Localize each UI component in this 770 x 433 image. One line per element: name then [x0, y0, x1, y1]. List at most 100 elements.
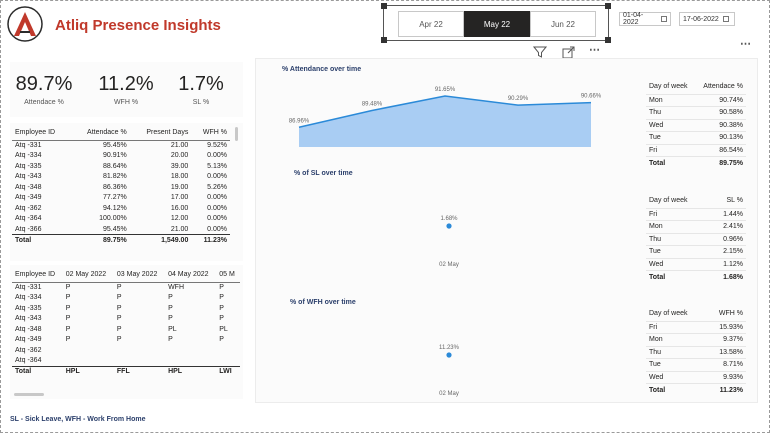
table-row[interactable]: Wed 1.12% — [646, 257, 746, 271]
table-row[interactable]: Atq -362 94.12% 16.00 0.00% — [12, 203, 230, 214]
column-header[interactable]: Attendace % — [71, 126, 130, 141]
page-more-options-icon[interactable]: ⋯ — [740, 37, 751, 50]
table-horizontal-scrollbar[interactable] — [14, 393, 44, 396]
column-header[interactable]: Present Days — [129, 126, 192, 141]
table-row[interactable]: Atq -349 P P P P — [12, 335, 240, 346]
wfh-scatter-chart[interactable]: 11.23% 02 May — [261, 310, 631, 400]
table-cell: 0.00% — [207, 204, 227, 212]
table-cell: 18.00 — [170, 173, 189, 181]
column-header[interactable]: WFH % — [191, 126, 230, 141]
table-scrollbar[interactable] — [235, 127, 238, 141]
column-header[interactable]: Day of week — [646, 194, 709, 208]
sl-scatter-chart[interactable]: 1.68% 02 May — [261, 181, 631, 281]
table-cell: Atq -334 — [15, 152, 42, 160]
total-cell: Total — [646, 156, 696, 169]
app-title: Atliq Presence Insights — [55, 17, 221, 34]
column-header[interactable]: 04 May 2022 — [165, 268, 217, 283]
start-date-field[interactable]: 01-04-2022 — [619, 12, 671, 26]
column-header[interactable]: 05 M — [216, 268, 240, 283]
column-header[interactable]: Attendace % — [695, 80, 746, 94]
table-row[interactable]: Fri 86.54% — [646, 143, 746, 157]
table-cell: 20.00 — [170, 152, 189, 160]
table-row[interactable]: Atq -348 P P PL PL — [12, 324, 240, 335]
table-cell: P — [168, 315, 173, 323]
table-row[interactable]: Atq -334 90.91% 20.00 0.00% — [12, 151, 230, 162]
table-cell: Atq -362 — [15, 346, 42, 354]
table-row[interactable]: Mon 9.37% — [646, 333, 746, 346]
table-row[interactable]: Thu 0.96% — [646, 232, 746, 246]
table-row[interactable]: Wed 90.38% — [646, 118, 746, 132]
table-row[interactable]: Tue 8.71% — [646, 358, 746, 371]
end-date-field[interactable]: 17-06-2022 — [679, 12, 735, 26]
table-row[interactable]: Tue 2.15% — [646, 245, 746, 258]
table-row[interactable]: Atq -364 100.00% 12.00 0.00% — [12, 214, 230, 225]
data-label: 90.29% — [508, 96, 529, 102]
table-row[interactable]: Mon 2.41% — [646, 220, 746, 233]
table-row[interactable]: Atq -343 81.82% 18.00 0.00% — [12, 172, 230, 183]
kpi-label: SL % — [192, 99, 210, 106]
table-row[interactable]: Atq -331 95.45% 21.00 9.52% — [12, 140, 230, 151]
table-row[interactable]: Fri 15.93% — [646, 320, 746, 334]
table-row[interactable]: Tue 90.13% — [646, 131, 746, 144]
table-total-row: Total 11.23% — [646, 383, 746, 396]
table-total-row: Total 1.68% — [646, 270, 746, 283]
table-cell: 86.36% — [102, 183, 127, 191]
column-header[interactable]: SL % — [709, 194, 746, 208]
table-cell: 100.00% — [99, 215, 127, 223]
table-header-row: Employee ID 02 May 2022 03 May 2022 04 M… — [12, 268, 240, 283]
kpi-value: 89.7% — [15, 73, 73, 95]
month-button-jun[interactable]: Jun 22 — [530, 11, 596, 37]
table-row[interactable]: Wed 9.93% — [646, 370, 746, 384]
data-point[interactable] — [446, 352, 452, 358]
table-cell: P — [168, 304, 173, 312]
column-header[interactable]: 02 May 2022 — [62, 268, 114, 283]
filter-icon[interactable] — [533, 45, 547, 59]
table-row[interactable]: Thu 13.58% — [646, 345, 746, 359]
table-cell: Fri — [646, 207, 710, 221]
table-cell: PL — [168, 325, 177, 333]
attendance-area-chart[interactable]: 86.96% 89.48% 91.65% 90.29% 90.66% — [261, 77, 631, 167]
table-row[interactable]: Thu 90.58% — [646, 106, 746, 119]
data-label: 90.66% — [581, 94, 602, 100]
table-cell: P — [65, 304, 71, 312]
table-cell: Wed — [646, 118, 696, 132]
month-button-may[interactable]: May 22 — [464, 11, 530, 37]
table-cell: 0.00% — [207, 152, 227, 160]
table-row[interactable]: Atq -364 — [12, 356, 240, 367]
table-row[interactable]: Atq -335 P P P P — [12, 303, 240, 314]
calendar-icon[interactable] — [722, 16, 729, 22]
table-cell — [114, 345, 165, 356]
month-button-apr[interactable]: Apr 22 — [398, 11, 464, 37]
data-label: 91.65% — [435, 87, 456, 93]
table-row[interactable]: Atq -362 — [12, 345, 240, 356]
table-cell — [216, 356, 240, 367]
column-header[interactable]: WFH % — [706, 307, 746, 321]
column-header[interactable]: Employee ID — [12, 268, 63, 283]
column-header[interactable]: Day of week — [646, 307, 706, 321]
data-label: 89.48% — [362, 101, 383, 107]
table-row[interactable]: Atq -348 86.36% 19.00 5.26% — [12, 182, 230, 193]
table-row[interactable]: Atq -335 88.64% 39.00 5.13% — [12, 161, 230, 172]
column-header[interactable]: Day of week — [646, 80, 695, 94]
table-row[interactable]: Atq -366 95.45% 21.00 0.00% — [12, 224, 230, 235]
table-row[interactable]: Fri 1.44% — [646, 207, 746, 221]
table-row[interactable]: Atq -349 77.27% 17.00 0.00% — [12, 193, 230, 204]
table-cell: 90.91% — [102, 152, 127, 160]
calendar-icon[interactable] — [661, 16, 667, 22]
more-options-icon[interactable]: ⋯ — [589, 43, 600, 56]
table-cell: 5.26% — [207, 183, 227, 191]
data-point[interactable] — [446, 223, 452, 229]
column-header[interactable]: Employee ID — [12, 126, 72, 141]
table-cell: 0.96% — [709, 232, 746, 246]
attendance-chart-title: % Attendance over time — [282, 66, 362, 73]
table-row[interactable]: Atq -331 P P WFH P — [12, 282, 240, 293]
table-row[interactable]: Atq -343 P P P P — [12, 314, 240, 325]
table-row[interactable]: Mon 90.74% — [646, 93, 746, 107]
table-cell: 88.64% — [102, 162, 127, 170]
month-slicer[interactable]: Apr 22 May 22 Jun 22 — [381, 3, 611, 43]
table-row[interactable]: Atq -334 P P P P — [12, 293, 240, 304]
table-cell: Atq -331 — [15, 284, 42, 291]
column-header[interactable]: 03 May 2022 — [113, 268, 166, 283]
table-cell: Tue — [646, 131, 696, 144]
table-cell: Fri — [646, 143, 696, 157]
